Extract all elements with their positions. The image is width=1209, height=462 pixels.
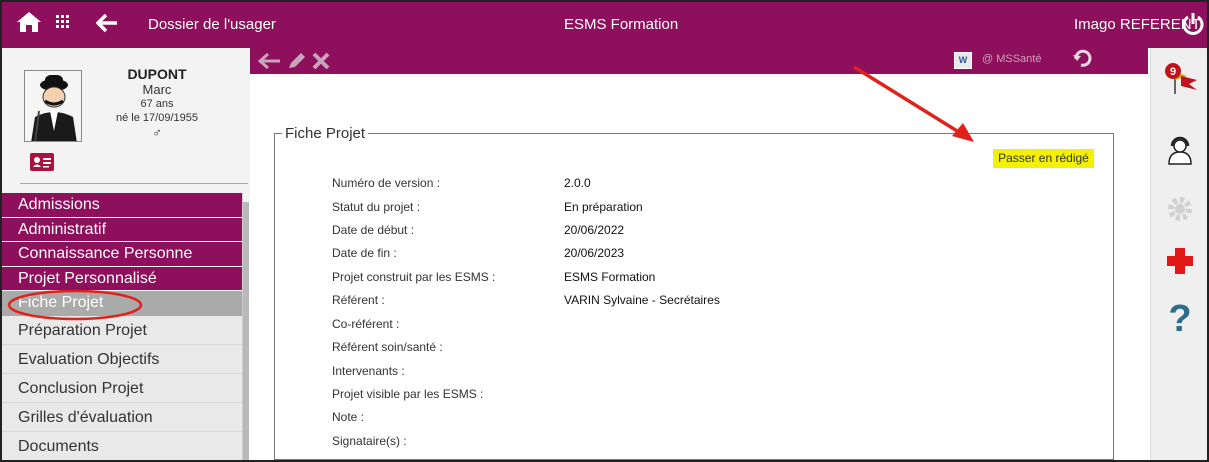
patient-card: DUPONT Marc 67 ans né le 17/09/1955 ♂: [2, 48, 250, 193]
sidebar-item-connaissance-personne[interactable]: Connaissance Personne: [2, 242, 242, 267]
patient-first-name: Marc: [142, 82, 172, 97]
sidebar-scroll-thumb[interactable]: [243, 202, 249, 460]
patient-age: 67 ans: [140, 98, 174, 110]
field-label: Date de début :: [332, 223, 415, 237]
field-label: Projet construit par les ESMS :: [332, 270, 496, 284]
sidebar-nav: Admissions Administratif Connaissance Pe…: [2, 193, 242, 460]
delete-x-icon[interactable]: [312, 52, 330, 73]
help-icon[interactable]: ?: [1165, 298, 1195, 340]
field-value: 20/06/2022: [564, 223, 625, 237]
edit-pencil-icon[interactable]: [286, 52, 308, 73]
sidebar-item-documents[interactable]: Documents: [2, 431, 242, 460]
field-label: Référent soin/santé :: [332, 340, 443, 354]
field-label: Note :: [332, 410, 365, 424]
field-value: 20/06/2023: [564, 246, 625, 260]
sidebar-item-fiche-projet[interactable]: Fiche Projet: [2, 291, 242, 316]
field-label: Numéro de version :: [332, 176, 441, 190]
back-arrow-icon[interactable]: [257, 52, 282, 73]
field-value: VARIN Sylvaine - Secrétaires: [564, 293, 720, 307]
medical-cross-icon[interactable]: [1165, 246, 1195, 276]
back-arrow-icon[interactable]: [96, 13, 118, 33]
home-icon[interactable]: [16, 10, 42, 34]
sidebar-item-evaluation-objectifs[interactable]: Evaluation Objectifs: [2, 344, 242, 374]
divider: [20, 183, 248, 184]
field-label: Signataire(s) :: [332, 434, 407, 448]
id-card-icon[interactable]: [30, 153, 54, 171]
mssante-button[interactable]: @ MSSanté: [982, 53, 1041, 65]
app-frame: Dossier de l'usager ESMS Formation Imago…: [0, 0, 1209, 462]
field-value: ESMS Formation: [564, 270, 656, 284]
male-sex-icon: ♂: [152, 125, 162, 140]
patient-photo: [24, 70, 82, 142]
history-icon[interactable]: [1072, 49, 1094, 74]
field-value: 2.0.0: [564, 176, 591, 190]
top-bar: Dossier de l'usager ESMS Formation Imago…: [2, 2, 1207, 48]
grid-menu-icon[interactable]: [56, 15, 70, 29]
establishment-title: ESMS Formation: [564, 16, 679, 33]
patient-identity: DUPONT Marc 67 ans né le 17/09/1955 ♂: [82, 66, 232, 140]
notification-count: 9: [1170, 66, 1176, 78]
right-toolbar: 9 ?: [1150, 48, 1207, 460]
alerts-flag-icon[interactable]: 9: [1163, 62, 1203, 96]
settings-gear-icon[interactable]: [1165, 194, 1195, 224]
sidebar-item-projet-personnalise[interactable]: Projet Personnalisé: [2, 266, 242, 292]
record-title: Dossier de l'usager: [148, 16, 276, 33]
support-headset-icon[interactable]: [1163, 136, 1197, 166]
sidebar-item-preparation-projet[interactable]: Préparation Projet: [2, 315, 242, 345]
field-label: Date de fin :: [332, 246, 397, 260]
power-icon[interactable]: [1182, 12, 1204, 36]
field-label: Projet visible par les ESMS :: [332, 387, 484, 401]
field-value: En préparation: [564, 200, 643, 214]
sidebar-item-grilles-evaluation[interactable]: Grilles d'évaluation: [2, 402, 242, 432]
passer-en-redige-button[interactable]: Passer en rédigé: [993, 149, 1094, 168]
sidebar-item-admissions[interactable]: Admissions: [2, 193, 242, 218]
field-label: Statut du projet :: [332, 200, 421, 214]
patient-last-name: DUPONT: [127, 66, 187, 82]
sidebar-item-administratif[interactable]: Administratif: [2, 217, 242, 243]
word-export-icon[interactable]: W: [954, 52, 972, 69]
panel-title: Fiche Projet: [282, 125, 369, 142]
field-label: Co-référent :: [332, 317, 400, 331]
field-label: Référent :: [332, 293, 385, 307]
sidebar-item-conclusion-projet[interactable]: Conclusion Projet: [2, 373, 242, 403]
field-label: Intervenants :: [332, 364, 405, 378]
patient-birthdate: né le 17/09/1955: [116, 112, 198, 124]
